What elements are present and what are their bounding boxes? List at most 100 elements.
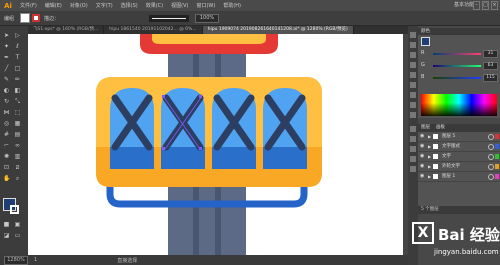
blend-tool-icon[interactable]: ∞ [14,142,21,149]
layer-row[interactable]: ◉ ▶ 文字版式 [418,142,500,152]
appearance-panel-icon[interactable] [410,102,416,108]
gradient-tool-icon[interactable]: ▤ [14,131,21,138]
menu-view[interactable]: 视图(V) [167,2,192,9]
fill-swatch[interactable] [20,13,31,23]
blue-value-field[interactable]: 115 [483,74,498,82]
blue-slider[interactable] [433,77,481,79]
workspace-switcher[interactable]: 基本功能 [454,1,474,8]
eraser-tool-icon[interactable]: ◧ [14,87,21,94]
target-circle-icon[interactable] [488,174,494,180]
pathfinder-panel-icon[interactable] [410,156,416,162]
menu-help[interactable]: 帮助(H) [219,2,245,9]
artboards-panel-icon[interactable] [410,136,416,142]
shape-builder-tool-icon[interactable]: ◎ [3,120,10,127]
color-panel-fill-box[interactable] [421,37,430,46]
brushes-panel-icon[interactable] [410,52,416,58]
draw-mode-icon[interactable]: ◪ [3,232,10,239]
graphic-styles-panel-icon[interactable] [410,112,416,118]
rectangle-tool-icon[interactable]: □ [14,65,21,72]
target-circle-icon[interactable] [488,154,494,160]
free-transform-tool-icon[interactable]: ⬚ [14,109,21,116]
expand-triangle-icon[interactable]: ▶ [428,162,431,171]
menu-effect[interactable]: 效果(C) [142,2,167,9]
visibility-eye-icon[interactable]: ◉ [420,172,424,181]
window-2-selected[interactable] [161,88,205,169]
visibility-eye-icon[interactable]: ◉ [420,152,424,161]
tab-document-2[interactable]: hipu 1861540 20191102042... @ 6%... [104,26,203,34]
magic-wand-tool-icon[interactable]: ✦ [3,43,10,50]
color-mode-icon[interactable]: ■ [3,221,10,228]
slice-tool-icon[interactable]: ⧄ [14,164,21,171]
tab-layers[interactable]: 图层 [418,124,433,132]
symbol-sprayer-tool-icon[interactable]: ✺ [3,153,10,160]
stroke-profile-select[interactable] [149,14,190,22]
width-tool-icon[interactable]: ⋈ [3,109,10,116]
menu-file[interactable]: 文件(F) [16,2,41,9]
minimize-icon[interactable]: – [473,1,480,10]
menu-object[interactable]: 对象(O) [66,2,92,9]
type-tool-icon[interactable]: T [14,54,21,61]
color-panel-icon[interactable] [410,32,416,38]
gradient-mode-icon[interactable]: ▣ [14,221,21,228]
swatches-panel-icon[interactable] [410,42,416,48]
tab-document-1[interactable]: 飞S1.eps* @ 160% (RGB/预... [28,26,105,34]
align-panel-icon[interactable] [410,146,416,152]
tab-artboards[interactable]: 画板 [433,124,448,132]
layer-row[interactable]: ◉ ▶ 图层 1 [418,172,500,182]
stroke-color-box[interactable] [10,205,19,214]
menu-window[interactable]: 窗口(W) [192,2,219,9]
target-circle-icon[interactable] [488,134,494,140]
expand-triangle-icon[interactable]: ▶ [428,172,431,181]
stroke-swatch[interactable] [32,14,41,22]
menu-type[interactable]: 文字(T) [92,2,117,9]
color-spectrum[interactable] [421,94,497,116]
visibility-eye-icon[interactable]: ◉ [420,162,424,171]
layer-row[interactable]: ◉ ▶ 文字 [418,152,500,162]
eyedropper-tool-icon[interactable]: ⌐ [3,142,10,149]
artboard-number[interactable]: 1 [34,257,37,263]
visibility-eye-icon[interactable]: ◉ [420,142,424,151]
pencil-tool-icon[interactable]: ✏ [14,76,21,83]
direct-selection-tool-icon[interactable]: ▷ [14,32,21,39]
zoom-tool-icon[interactable]: ⌕ [14,175,21,182]
artboard-tool-icon[interactable]: ⊡ [3,164,10,171]
layers-panel-icon[interactable] [410,126,416,132]
screen-mode-icon[interactable]: ▭ [14,232,21,239]
maximize-icon[interactable]: □ [482,1,489,10]
line-tool-icon[interactable]: ╱ [3,65,10,72]
menu-edit[interactable]: 编辑(E) [41,2,66,9]
menu-select[interactable]: 选择(S) [117,2,142,9]
expand-triangle-icon[interactable]: ▶ [428,142,431,151]
pen-tool-icon[interactable]: ✒ [3,54,10,61]
artboard-canvas[interactable] [28,34,408,255]
blob-brush-tool-icon[interactable]: ◐ [3,87,10,94]
tab-document-3[interactable]: hipu 1909074 201908261640141208.ai* @ 12… [202,26,354,34]
stroke-panel-icon[interactable] [410,72,416,78]
green-value-field[interactable]: 63 [483,62,498,70]
close-icon[interactable]: × [491,1,498,10]
visibility-eye-icon[interactable]: ◉ [420,132,424,141]
expand-triangle-icon[interactable]: ▶ [428,132,431,141]
hand-tool-icon[interactable]: ✋ [3,175,10,182]
paintbrush-tool-icon[interactable]: ✎ [3,76,10,83]
layer-row[interactable]: ◉ ▶ 图层 5 [418,132,500,142]
symbols-panel-icon[interactable] [410,62,416,68]
red-value-field[interactable]: 31 [483,50,498,58]
mesh-tool-icon[interactable]: # [3,131,10,138]
selection-tool-icon[interactable]: ➤ [3,32,10,39]
transform-panel-icon[interactable] [410,166,416,172]
graph-tool-icon[interactable]: ▥ [14,153,21,160]
gradient-panel-icon[interactable] [410,82,416,88]
target-circle-icon[interactable] [488,164,494,170]
lasso-tool-icon[interactable]: ℓ [14,43,21,50]
opacity-field[interactable]: 100% [195,13,220,23]
expand-triangle-icon[interactable]: ▶ [428,152,431,161]
layer-row[interactable]: ◉ ▶ 外轮文字 [418,162,500,172]
green-slider[interactable] [433,65,481,67]
transparency-panel-icon[interactable] [410,92,416,98]
scale-tool-icon[interactable]: ⤡ [14,98,21,105]
red-slider[interactable] [433,53,481,55]
zoom-level-field[interactable]: 1280% [4,255,28,265]
target-circle-icon[interactable] [488,144,494,150]
rotate-tool-icon[interactable]: ↻ [3,98,10,105]
